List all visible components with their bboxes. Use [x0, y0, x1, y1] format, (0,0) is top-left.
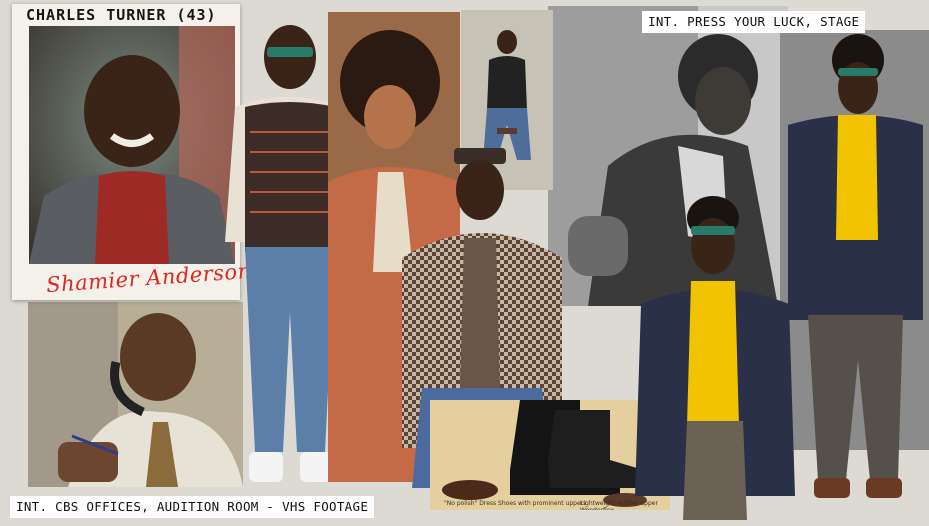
scene-label-top: INT. PRESS YOUR LUCK, STAGE — [642, 11, 866, 33]
navy-blazer-front-figure — [635, 196, 795, 520]
shoe-ad-cutout: "No polish" Dress Shoes with prominent u… — [430, 400, 670, 510]
photo-navy-blazer-tall — [778, 30, 928, 520]
moodboard: CHARLES TURNER (43) Shamier Anderson "No… — [0, 0, 929, 526]
shoe-ad-art — [430, 400, 670, 510]
ad-caption-left: "No polish" Dress Shoes with prominent u… — [444, 500, 587, 507]
character-title: CHARLES TURNER (43) — [26, 6, 217, 24]
scene-label-bottom: INT. CBS OFFICES, AUDITION ROOM - VHS FO… — [10, 496, 375, 518]
photo-navy-blazer-front — [635, 196, 795, 520]
navy-blazer-tall-figure — [788, 34, 923, 498]
